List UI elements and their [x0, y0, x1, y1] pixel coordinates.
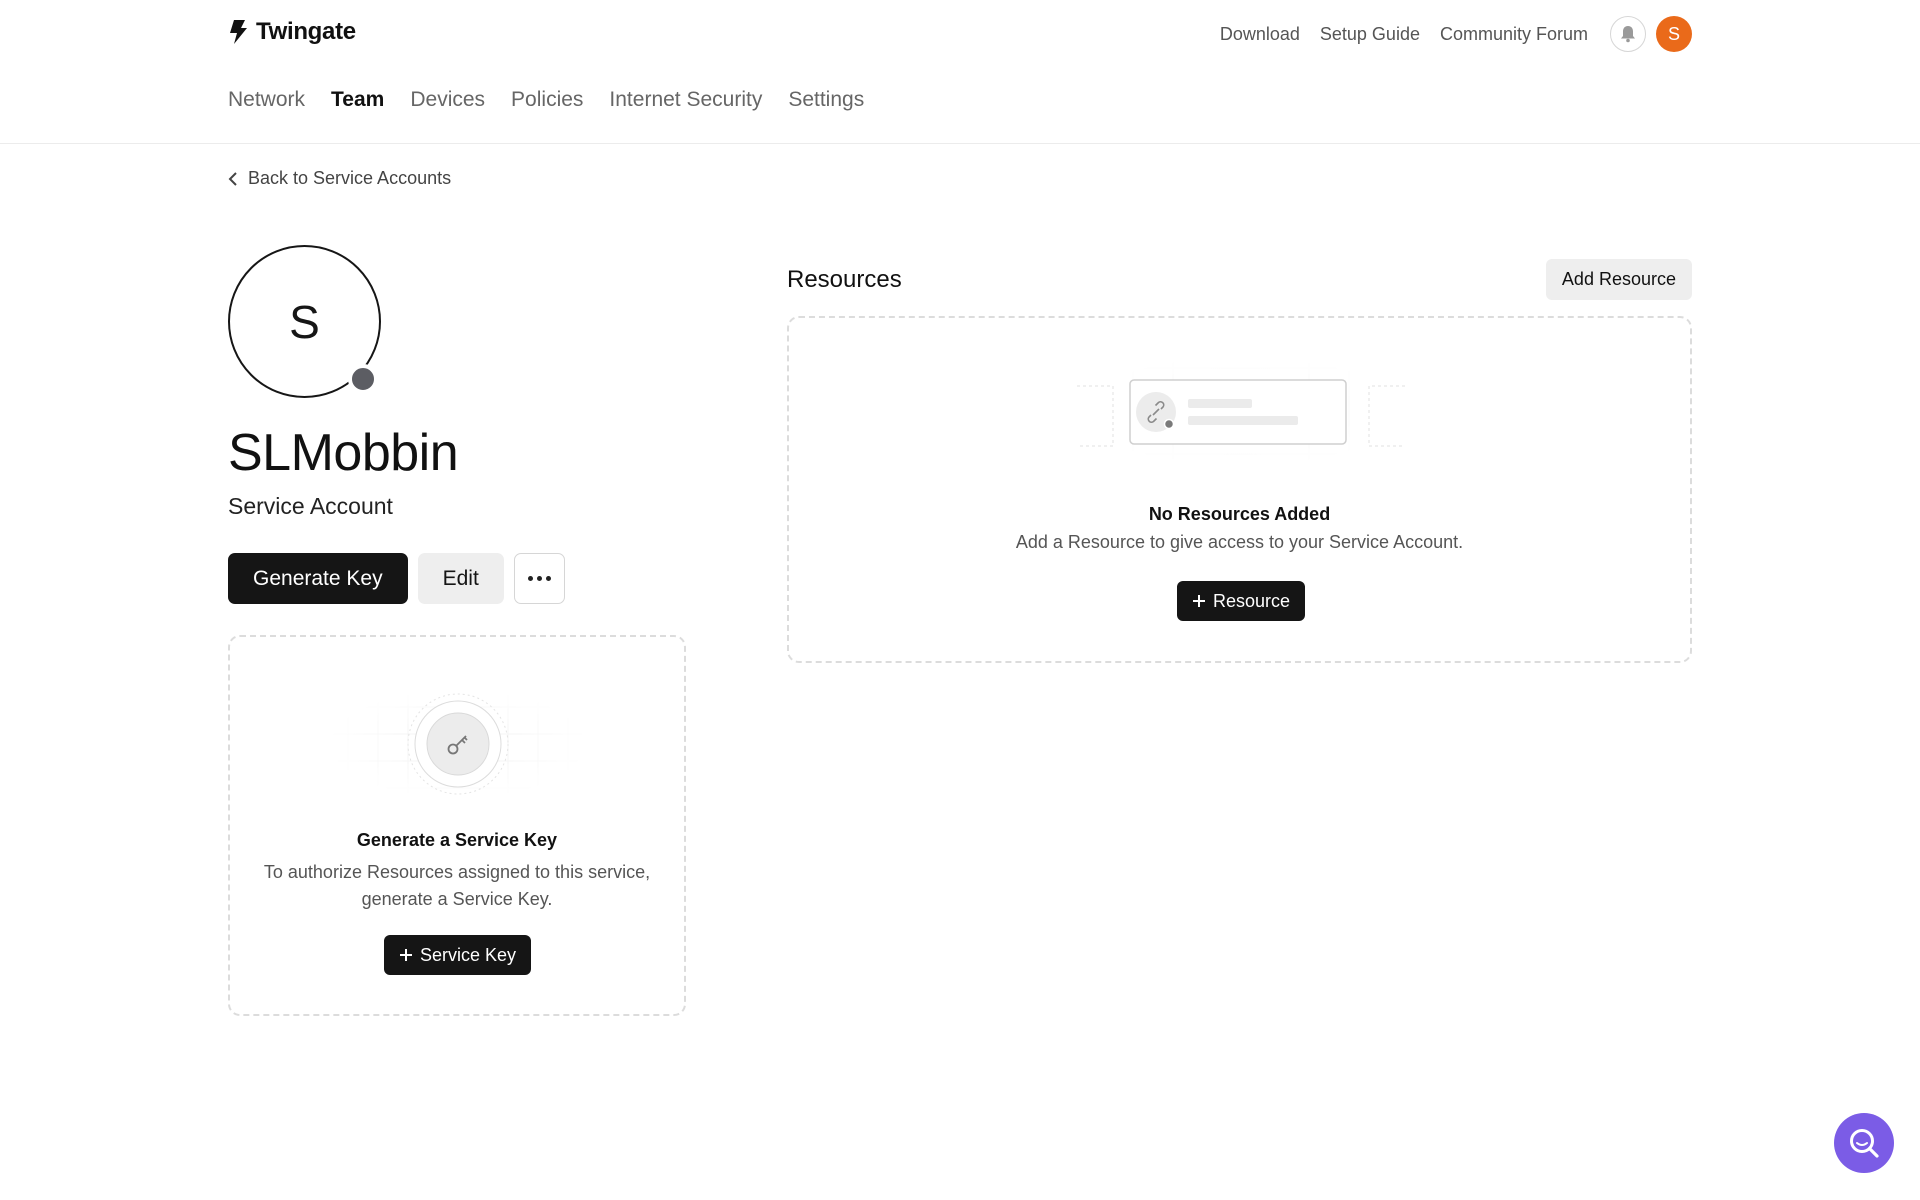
key-illustration [328, 689, 588, 799]
help-search-button[interactable] [1834, 1113, 1894, 1173]
more-dot [536, 576, 542, 581]
nav-item-policies[interactable]: Policies [511, 88, 583, 112]
back-to-service-accounts-link[interactable]: Back to Service Accounts [228, 168, 451, 189]
no-resources-title: No Resources Added [1148, 504, 1331, 524]
account-type: Service Account [228, 493, 393, 519]
bell-icon [1621, 26, 1635, 43]
add-resource-inline-button[interactable]: Resource [1177, 581, 1306, 621]
account-name: SLMobbin [228, 424, 459, 482]
download-link[interactable]: Download [1220, 24, 1300, 45]
nav-item-devices[interactable]: Devices [410, 88, 485, 112]
nav-item-settings[interactable]: Settings [788, 88, 864, 112]
resources-title: Resources [787, 266, 902, 293]
add-service-key-button[interactable]: Service Key [384, 935, 532, 975]
add-resource-inline-label: Resource [1213, 590, 1291, 611]
top-header: Twingate Download Setup Guide Community … [0, 0, 1920, 144]
plus-icon [1193, 595, 1205, 607]
nav-item-team[interactable]: Team [331, 88, 384, 112]
add-resource-button[interactable]: Add Resource [1545, 259, 1692, 300]
setup-guide-link[interactable]: Setup Guide [1320, 24, 1420, 45]
account-actions: Generate Key Edit [228, 553, 565, 604]
twingate-logo-icon [230, 20, 247, 44]
service-key-card: Generate a Service Key To authorize Reso… [228, 635, 686, 1016]
notifications-button[interactable] [1610, 16, 1646, 52]
more-dot [545, 576, 551, 581]
top-links: Download Setup Guide Community Forum S [1220, 16, 1692, 52]
chevron-left-icon [228, 171, 237, 186]
no-resources-description: Add a Resource to give access to your Se… [1015, 532, 1464, 552]
plus-icon [400, 949, 412, 961]
back-link-label: Back to Service Accounts [248, 168, 452, 188]
nav-item-network[interactable]: Network [228, 88, 305, 112]
more-dot [527, 576, 533, 581]
search-icon [1850, 1129, 1879, 1158]
resources-card: No Resources Added Add a Resource to giv… [787, 316, 1692, 663]
add-service-key-label: Service Key [420, 944, 517, 965]
more-options-button[interactable] [513, 553, 565, 604]
main-nav: Network Team Devices Policies Internet S… [228, 88, 864, 112]
edit-button[interactable]: Edit [417, 553, 504, 604]
resources-illustration [1073, 356, 1409, 466]
twingate-logo[interactable]: Twingate [228, 18, 356, 46]
service-key-description: To authorize Resources assigned to this … [263, 862, 651, 909]
community-forum-link[interactable]: Community Forum [1440, 24, 1588, 45]
service-key-title: Generate a Service Key [356, 830, 558, 850]
brand-name: Twingate [256, 18, 356, 45]
generate-key-button[interactable]: Generate Key [228, 553, 408, 604]
user-avatar[interactable]: S [1656, 16, 1692, 52]
nav-item-internet-security[interactable]: Internet Security [609, 88, 762, 112]
status-indicator [348, 364, 378, 394]
